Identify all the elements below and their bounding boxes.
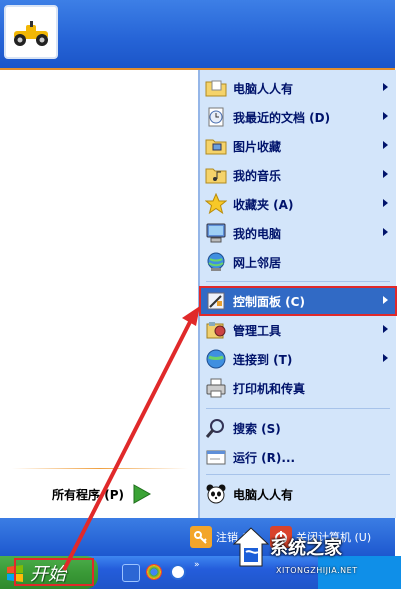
menu-item-label: 网上邻居 [233,255,282,270]
menu-item-label: 收藏夹 (A) [233,197,294,212]
app-quicklaunch-icon[interactable] [170,564,186,580]
menu-item-label: 打印机和传真 [233,381,306,396]
watermark-title: 系统之家 [270,538,342,559]
menu-item-my-pictures[interactable]: 图片收藏 [200,132,396,160]
menu-item-run[interactable]: 运行 (R)... [200,443,396,471]
menu-item-my-computer[interactable]: 我的电脑 [200,219,396,247]
places-pane: 电脑人人有 我最近的文档 (D) 图片收藏 我的音乐 收藏夹 (A) 我的电脑 [199,70,397,518]
search-icon [204,416,228,440]
submenu-arrow-icon [383,228,388,236]
menu-item-label: 我最近的文档 (D) [233,110,331,125]
start-menu: 所有程序 (P) 电脑人人有 我最近的文档 (D) 图片收藏 我的音乐 收藏夹 … [0,0,397,556]
menu-item-label: 我的电脑 [233,226,282,241]
menu-item-label: 连接到 (T) [233,352,293,367]
submenu-arrow-icon [383,296,388,304]
menu-item-favorites[interactable]: 收藏夹 (A) [200,190,396,218]
star-favorites-icon [204,192,228,216]
menu-item-label: 电脑人人有 [233,81,294,96]
menu-item-control-panel[interactable]: 控制面板 (C) [199,286,397,316]
folder-music-icon [204,163,228,187]
site-watermark: 系统之家 XITONGZHIJIA.NET [232,520,401,584]
watermark-subtitle: XITONGZHIJIA.NET [276,566,358,575]
menu-item-recent-documents[interactable]: 我最近的文档 (D) [200,103,396,131]
panda-icon [204,482,228,506]
folder-pictures-icon [204,134,228,158]
user-avatar[interactable] [4,5,58,59]
ie-quicklaunch-icon[interactable] [122,564,140,582]
quicklaunch-more-icon[interactable]: » [194,560,204,570]
menu-item-label: 电脑人人有 [233,487,294,502]
menu-item-label: 运行 (R)... [233,450,296,465]
connect-to-icon [204,347,228,371]
menu-item-connect-to[interactable]: 连接到 (T) [200,345,396,373]
pinned-programs-pane [0,70,199,518]
house-logo-icon [232,527,270,567]
menu-item-search[interactable]: 搜索 (S) [200,414,396,442]
all-programs-divider [12,468,188,469]
submenu-arrow-icon [383,112,388,120]
submenu-arrow-icon [383,170,388,178]
printer-icon [204,376,228,400]
menu-item-my-music[interactable]: 我的音乐 [200,161,396,189]
menu-separator [206,474,390,475]
admin-tools-icon [204,318,228,342]
all-programs-label: 所有程序 (P) [52,487,124,502]
submenu-arrow-icon [383,199,388,207]
folder-documents-icon [204,76,228,100]
key-icon [190,526,212,548]
start-menu-header [0,0,395,70]
menu-item-panda[interactable]: 电脑人人有 [200,480,396,508]
run-icon [204,445,228,469]
menu-item-admin-tools[interactable]: 管理工具 [200,316,396,344]
network-places-icon [204,250,228,274]
submenu-arrow-icon [383,354,388,362]
menu-separator [206,281,390,282]
chrome-quicklaunch-icon[interactable] [146,564,162,580]
submenu-arrow-icon [383,83,388,91]
menu-item-label: 我的音乐 [233,168,282,183]
all-programs-button[interactable]: 所有程序 (P) [0,470,198,518]
menu-item-printers-faxes[interactable]: 打印机和传真 [200,374,396,402]
menu-item-my-documents[interactable]: 电脑人人有 [200,74,396,102]
control-panel-icon [204,289,228,313]
start-highlight-box [14,558,94,586]
menu-item-label: 管理工具 [233,323,282,338]
green-arrow-icon [133,484,152,504]
my-computer-icon [204,221,228,245]
menu-item-label: 图片收藏 [233,139,282,154]
recent-documents-icon [204,105,228,129]
racecar-avatar-icon [14,21,48,46]
menu-item-network-places[interactable]: 网上邻居 [200,248,396,276]
menu-item-label: 搜索 (S) [233,421,281,436]
submenu-arrow-icon [383,141,388,149]
menu-item-label: 控制面板 (C) [233,294,305,309]
menu-separator [206,408,390,409]
submenu-arrow-icon [383,325,388,333]
